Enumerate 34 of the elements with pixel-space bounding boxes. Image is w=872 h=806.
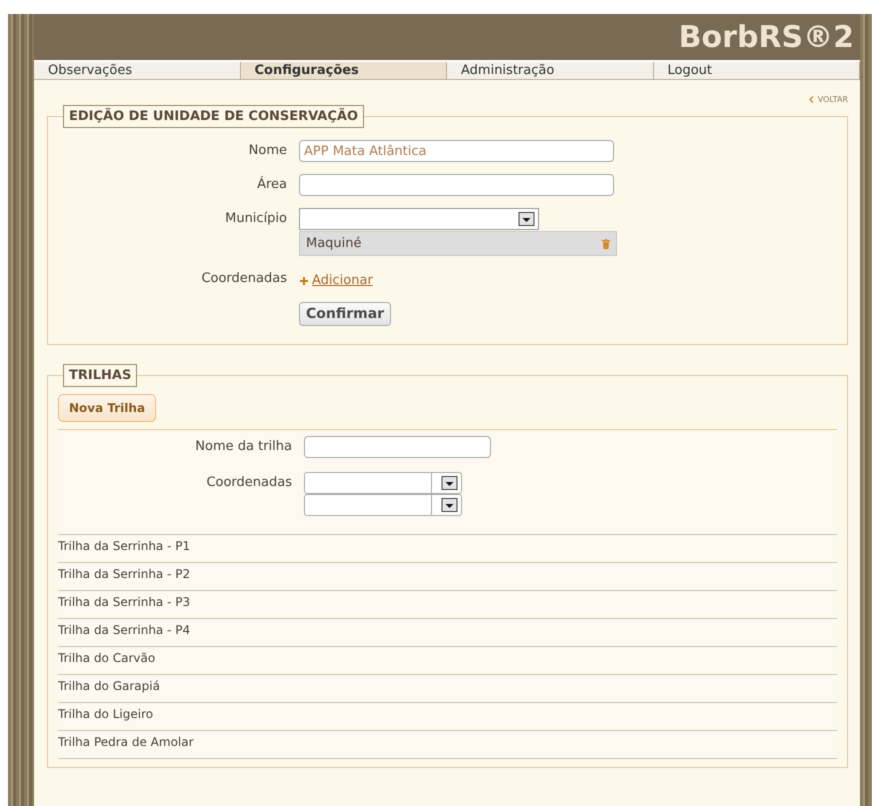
nav-tab[interactable]: Administração	[447, 62, 654, 79]
field-label: Área	[256, 175, 287, 192]
section-title: TRILHAS	[63, 364, 138, 387]
field-label: Coordenadas	[200, 270, 287, 286]
text-field[interactable]: APP Mata Atlântica	[299, 140, 614, 162]
field-label: Coordenadas	[205, 474, 292, 492]
add-link[interactable]: Adicionar	[312, 273, 373, 288]
nav-tab[interactable]: Observações	[34, 62, 240, 79]
field-label: Município	[224, 210, 287, 226]
confirm-button[interactable]: Confirmar	[299, 302, 392, 326]
dropdown-field[interactable]	[299, 208, 539, 230]
trail-item[interactable]: Trilha da Serrinha - P1	[58, 535, 837, 563]
field-label: Nome	[248, 142, 287, 158]
trail-item[interactable]: Trilha da Serrinha - P3	[58, 591, 837, 619]
nav-tab[interactable]: Configurações	[240, 62, 447, 79]
trail-item[interactable]: Trilha do Carvão	[58, 647, 837, 675]
text-field[interactable]	[299, 174, 614, 196]
plus-icon	[299, 276, 309, 286]
nav-tab[interactable]: Logout	[654, 62, 860, 79]
chevron-left-icon[interactable]	[808, 96, 814, 102]
coordinate-dropdown[interactable]	[304, 472, 462, 494]
site-title: BorbRS®2	[678, 20, 854, 54]
field-label: Nome da trilha	[194, 438, 292, 456]
trail-item[interactable]: Trilha do Ligeiro	[58, 703, 837, 731]
section-title: EDIÇÃO DE UNIDADE DE CONSERVAÇÃO	[63, 105, 364, 128]
coordinate-dropdown[interactable]	[304, 494, 462, 516]
new-trail-button[interactable]: Nova Trilha	[58, 394, 156, 422]
back-link[interactable]: VOLTAR	[818, 94, 848, 104]
text-field[interactable]	[304, 436, 491, 458]
trail-item[interactable]: Trilha do Garapiá	[58, 675, 837, 703]
trail-item[interactable]: Trilha Pedra de Amolar	[58, 731, 837, 759]
item-label: Maquiné	[306, 236, 362, 251]
trail-item[interactable]: Trilha da Serrinha - P2	[58, 563, 837, 591]
trail-item[interactable]: Trilha da Serrinha - P4	[58, 619, 837, 647]
